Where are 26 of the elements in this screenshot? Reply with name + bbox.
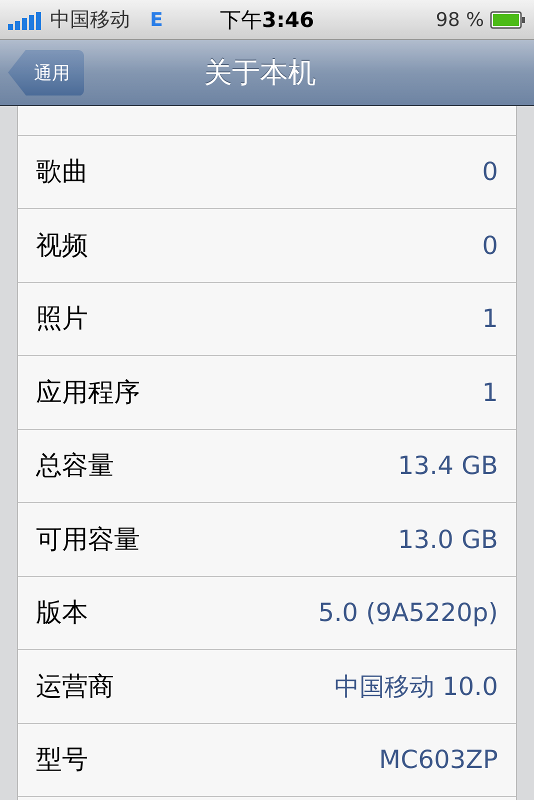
row-value: 13.0 GB [398,524,498,554]
battery-icon [490,10,526,28]
row-label: 总容量 [36,450,114,484]
row-value: 中国移动 10.0 [334,670,498,703]
row-value: 13.4 GB [398,451,498,480]
nav-title: 关于本机 [203,54,317,90]
back-button[interactable]: 通用 [8,50,84,96]
row-value: 0 [482,157,498,186]
row-value: 5.0 (9A5220p) [318,598,498,628]
row-label: 视频 [36,230,88,263]
row-label: 运营商 [36,670,114,704]
row-value: 1 [482,378,498,407]
row-value: 0 [482,230,498,260]
row-label: 版本 [36,597,88,630]
row-label: 应用程序 [36,376,140,410]
row-value: 1 [482,304,498,334]
battery-percent: 98 % [436,8,484,30]
carrier-name: 中国移动 [50,6,130,33]
row-label: 可用容量 [36,524,140,557]
row-label: 照片 [36,303,88,336]
row-label: 歌曲 [36,156,88,190]
row-value: MC603ZP [379,745,498,774]
signal-icon [8,10,44,30]
row-label: 型号 [36,744,88,778]
clock: 下午3:46 [220,6,314,34]
network-type: E [150,8,163,30]
